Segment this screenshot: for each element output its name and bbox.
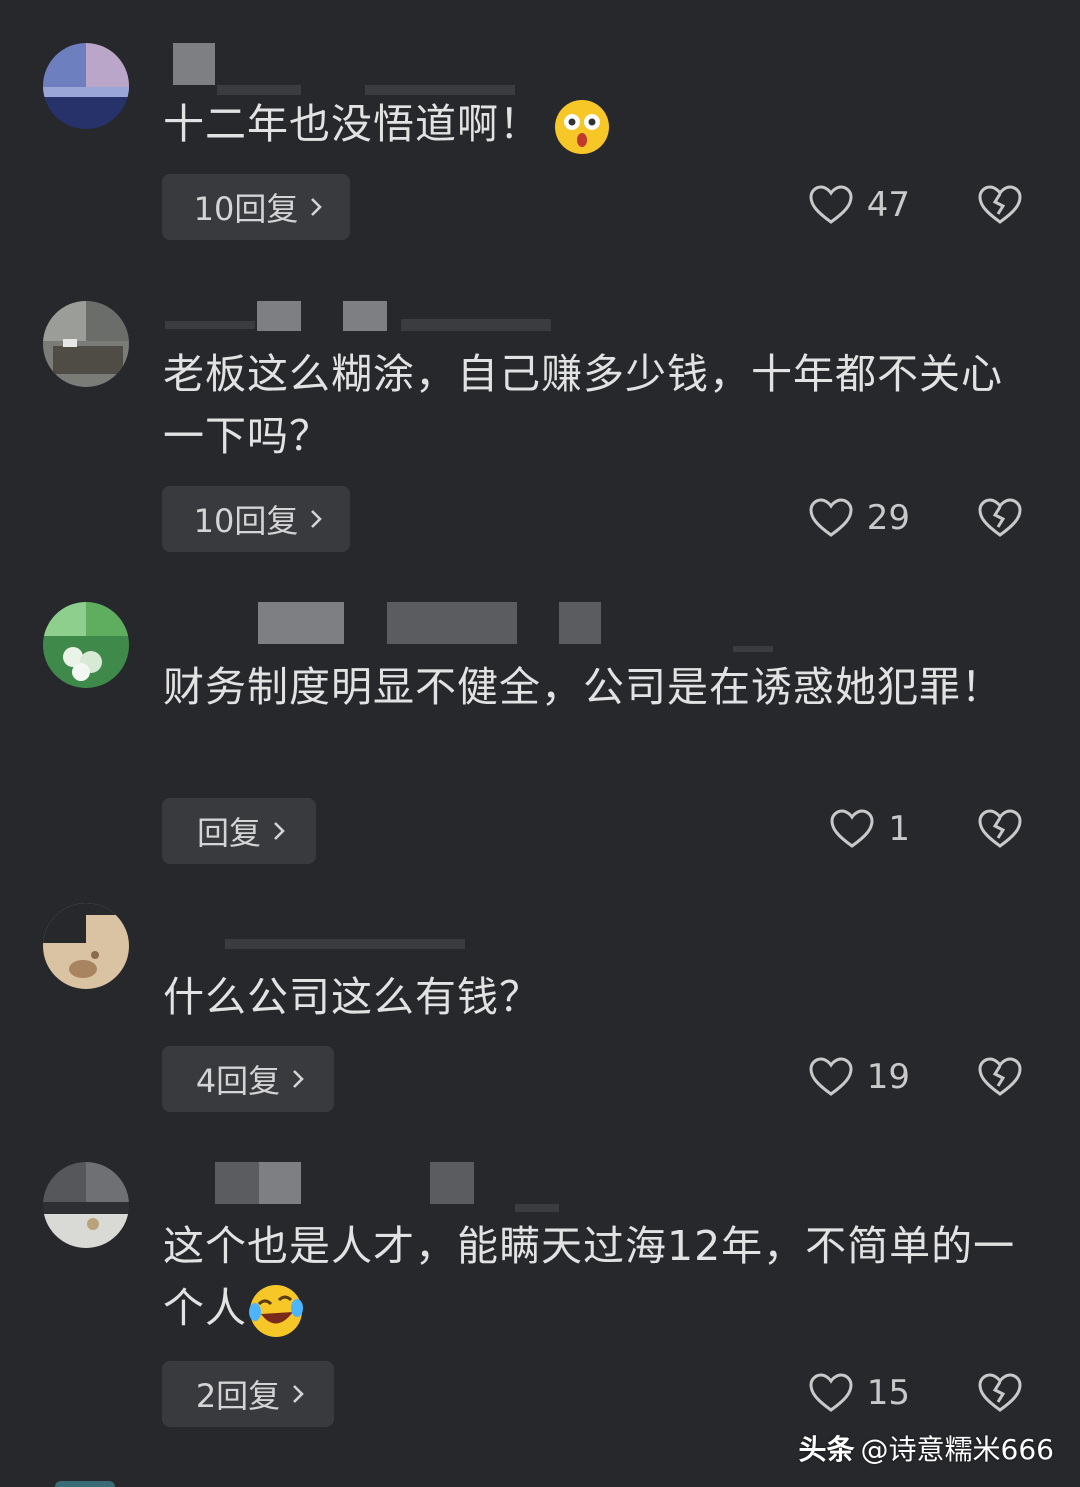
- heart-icon: [809, 1057, 853, 1096]
- username-redacted: [165, 602, 773, 654]
- heart-icon: [809, 185, 853, 224]
- comment-text: 什么公司这么有钱？: [163, 973, 541, 1021]
- heart-icon: [809, 498, 853, 537]
- like-button[interactable]: 15: [790, 1371, 910, 1415]
- avatar[interactable]: [55, 1481, 115, 1487]
- like-button[interactable]: 47: [790, 183, 910, 227]
- like-count: 29: [866, 498, 910, 538]
- like-count: 19: [866, 1057, 910, 1097]
- heart-icon: [809, 1373, 853, 1412]
- like-button[interactable]: 19: [790, 1055, 910, 1099]
- chevron-right-icon: [293, 1385, 305, 1403]
- like-button[interactable]: 29: [790, 496, 910, 540]
- view-replies-button[interactable]: 2回复: [162, 1361, 334, 1427]
- dislike-broken-heart-icon[interactable]: [978, 497, 1022, 539]
- avatar[interactable]: [43, 602, 129, 688]
- username-redacted: [165, 1162, 725, 1214]
- comment-text: 这个也是人才，能瞒天过海12年，不简单的一个人: [163, 1215, 1023, 1340]
- heart-icon: [830, 809, 874, 848]
- comment-text: 十二年也没悟道啊！: [163, 93, 1023, 156]
- chevron-right-icon: [311, 198, 323, 216]
- comment-text: 财务制度明显不健全，公司是在诱惑她犯罪！: [163, 663, 1003, 711]
- avatar[interactable]: [43, 43, 129, 129]
- username-redacted: [165, 903, 725, 955]
- like-button[interactable]: 1: [790, 807, 910, 851]
- like-count: 1: [888, 809, 910, 849]
- view-replies-button[interactable]: 4回复: [162, 1046, 334, 1112]
- username-redacted: [165, 43, 725, 95]
- like-count: 15: [866, 1373, 910, 1413]
- avatar[interactable]: [43, 1162, 129, 1248]
- chevron-right-icon: [293, 1070, 305, 1088]
- comment-text: 老板这么糊涂，自己赚多少钱，十年都不关心一下吗？: [163, 350, 1003, 460]
- rolling-laughing-face-icon: [247, 1282, 305, 1340]
- watermark-handle: @诗意糯米666: [860, 1433, 1054, 1466]
- view-replies-button[interactable]: 回复: [162, 798, 316, 864]
- dislike-broken-heart-icon[interactable]: [978, 808, 1022, 850]
- like-count: 47: [866, 185, 910, 225]
- comments-page: 十二年也没悟道啊！ 10回复 47 老板这么糊涂，自己赚多少钱，十年都不关心一下…: [0, 0, 1080, 1487]
- watermark: 头条 @诗意糯米666: [799, 1428, 1054, 1468]
- avatar[interactable]: [43, 301, 129, 387]
- shocked-face-icon: [553, 98, 611, 156]
- watermark-brand: 头条: [798, 1433, 855, 1466]
- chevron-right-icon: [274, 822, 285, 840]
- view-replies-button[interactable]: 10回复: [162, 174, 350, 240]
- view-replies-button[interactable]: 10回复: [162, 486, 350, 552]
- dislike-broken-heart-icon[interactable]: [978, 1372, 1022, 1414]
- chevron-right-icon: [311, 510, 323, 528]
- dislike-broken-heart-icon[interactable]: [978, 1056, 1022, 1098]
- dislike-broken-heart-icon[interactable]: [978, 184, 1022, 226]
- avatar[interactable]: [43, 903, 129, 989]
